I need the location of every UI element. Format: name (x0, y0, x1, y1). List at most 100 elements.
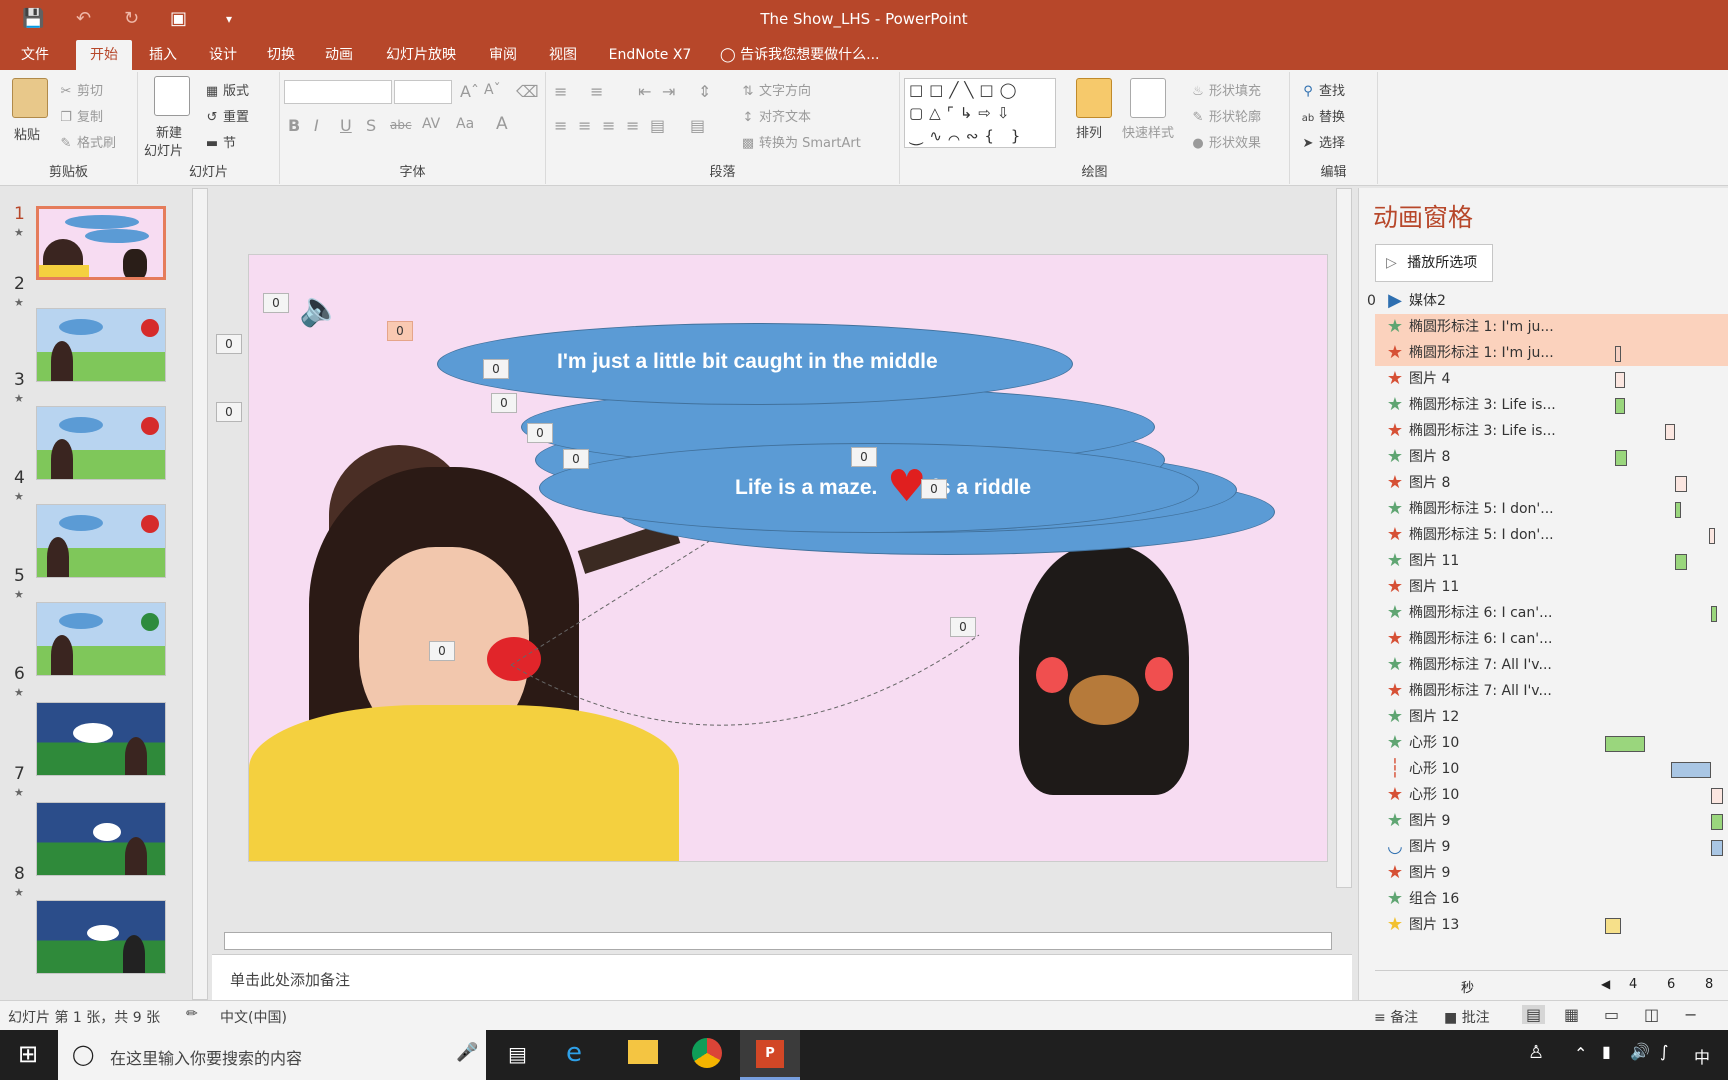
animation-list-item[interactable]: ★ 组合 16 (1375, 886, 1728, 912)
cut-button[interactable]: ✂ 剪切 (58, 80, 103, 99)
tab-animations[interactable]: 动画 (316, 40, 362, 70)
clear-format-icon[interactable]: ⌫ (516, 82, 539, 101)
tab-design[interactable]: 设计 (200, 40, 246, 70)
section-button[interactable]: ▬ 节 (204, 132, 236, 151)
timeline-bar-segment[interactable] (1675, 554, 1687, 570)
char-spacing-icon[interactable]: AV (422, 116, 440, 132)
animation-list-item[interactable]: ◡ 图片 9 (1375, 834, 1728, 860)
copy-button[interactable]: ❐ 复制 (58, 106, 103, 125)
ime-indicator[interactable]: 中 (1694, 1044, 1710, 1068)
windows-start-icon[interactable]: ⊞ (18, 1040, 38, 1068)
volume-icon[interactable]: 🔊 (1630, 1042, 1650, 1061)
animation-list-item[interactable]: ★ 图片 13 (1375, 912, 1728, 938)
animation-list-item[interactable]: ★ 椭圆形标注 1: I'm ju... (1375, 340, 1728, 366)
thumbnail-slide-7[interactable] (36, 802, 166, 876)
animation-list-item[interactable]: ★ 图片 12 (1375, 704, 1728, 730)
timeline-scroll-left-icon[interactable]: ◀ (1601, 977, 1610, 991)
thumbnail-slide-6[interactable] (36, 702, 166, 776)
shape-outline-button[interactable]: ✎ 形状轮廓 (1190, 106, 1261, 125)
animation-list-item[interactable]: ★ 图片 8 (1375, 444, 1728, 470)
animation-list-item[interactable]: ★ 椭圆形标注 6: I can'... (1375, 626, 1728, 652)
play-selected-button[interactable]: ▷ 播放所选项 (1375, 244, 1493, 282)
tab-endnote[interactable]: EndNote X7 (600, 40, 700, 70)
timeline-bar-segment[interactable] (1711, 788, 1723, 804)
tab-insert[interactable]: 插入 (140, 40, 186, 70)
timeline-bar-segment[interactable] (1615, 450, 1627, 466)
show-hidden-icons[interactable]: ⌃ (1574, 1044, 1587, 1063)
animation-list-item[interactable]: ★ 心形 10 (1375, 730, 1728, 756)
new-slide-label-2[interactable]: 幻灯片 (144, 140, 183, 159)
timeline-bar-segment[interactable] (1675, 502, 1681, 518)
font-family-select[interactable] (284, 80, 392, 104)
timeline-bar-segment[interactable] (1615, 398, 1625, 414)
bullets-icon[interactable]: ≡ (554, 82, 567, 101)
bold-icon[interactable]: B (288, 116, 300, 135)
columns-icon[interactable]: ▤ (690, 116, 705, 135)
normal-view-icon[interactable]: ▤ (1522, 1005, 1546, 1024)
chrome-icon[interactable] (692, 1038, 722, 1068)
thumbnail-slide-8[interactable] (36, 900, 166, 974)
slide-vertical-scrollbar[interactable] (1336, 188, 1352, 888)
shrink-font-icon[interactable]: Aˇ (484, 82, 501, 98)
animation-list-item[interactable]: 0 ▶ 媒体2 (1367, 288, 1728, 314)
new-slide-label-1[interactable]: 新建 (156, 122, 182, 141)
timeline-unit[interactable]: 秒 (1461, 977, 1474, 996)
align-center-icon[interactable]: ≡ (578, 116, 591, 135)
justify-icon[interactable]: ≡ (626, 116, 639, 135)
tab-transitions[interactable]: 切换 (258, 40, 304, 70)
tab-review[interactable]: 审阅 (480, 40, 526, 70)
font-size-select[interactable] (394, 80, 452, 104)
zoom-out-icon[interactable]: − (1684, 1005, 1697, 1024)
ie-icon[interactable]: e (566, 1038, 582, 1068)
comments-toggle[interactable]: ■ 批注 (1444, 1007, 1490, 1027)
slide-canvas[interactable]: 🔈 0 0 0 0 I'm just a little bit caught i… (248, 254, 1328, 862)
people-icon[interactable]: ♙ (1528, 1042, 1544, 1063)
animation-list-item[interactable]: ★ 椭圆形标注 7: All I'v... (1375, 678, 1728, 704)
animation-list-item[interactable]: ┆ 心形 10 (1375, 756, 1728, 782)
powerpoint-taskbar-button[interactable]: P (740, 1030, 800, 1080)
timeline-bar-segment[interactable] (1711, 814, 1723, 830)
taskbar-search-box[interactable]: ◯ 在这里输入你要搜索的内容 🎤 (58, 1030, 486, 1080)
select-button[interactable]: ➤ 选择 (1300, 132, 1345, 151)
slide-sorter-icon[interactable]: ▦ (1564, 1005, 1579, 1024)
thumbnail-slide-4[interactable] (36, 504, 166, 578)
microphone-icon[interactable]: 🎤 (456, 1042, 478, 1063)
numbering-icon[interactable]: ≡ (590, 82, 603, 101)
animation-list-item[interactable]: ★ 椭圆形标注 6: I can'... (1375, 600, 1728, 626)
animation-list-item[interactable]: ★ 图片 8 (1375, 470, 1728, 496)
timeline-bar-segment[interactable] (1711, 840, 1723, 856)
shape-effects-button[interactable]: ● 形状效果 (1190, 132, 1261, 151)
thumbnail-slide-1[interactable] (36, 206, 166, 280)
timeline-bar-segment[interactable] (1665, 424, 1675, 440)
timeline-bar-segment[interactable] (1675, 476, 1687, 492)
underline-icon[interactable]: U (340, 116, 352, 135)
grow-font-icon[interactable]: Aˆ (460, 82, 479, 101)
animation-list-item[interactable]: ★ 图片 11 (1375, 548, 1728, 574)
new-slide-icon[interactable] (154, 76, 190, 116)
paste-button[interactable]: 粘贴 (14, 124, 40, 143)
timeline-bar-segment[interactable] (1615, 372, 1625, 388)
animation-list-item[interactable]: ★ 椭圆形标注 5: I don'... (1375, 496, 1728, 522)
battery-icon[interactable]: ▮ (1602, 1042, 1611, 1061)
font-color-icon[interactable]: A (496, 114, 508, 134)
animation-list-item[interactable]: ★ 椭圆形标注 5: I don'... (1375, 522, 1728, 548)
tab-home[interactable]: 开始 (76, 40, 132, 70)
replace-button[interactable]: ab 替换 (1300, 106, 1345, 125)
tab-slideshow[interactable]: 幻灯片放映 (378, 40, 464, 70)
animation-list-item[interactable]: ★ 椭圆形标注 3: Life is... (1375, 392, 1728, 418)
timeline-bar-segment[interactable] (1709, 528, 1715, 544)
language-indicator[interactable]: 中文(中国) (220, 1007, 287, 1027)
quick-styles-icon[interactable] (1130, 78, 1166, 118)
animation-list-item[interactable]: ★ 椭圆形标注 3: Life is... (1375, 418, 1728, 444)
timeline-bar-segment[interactable] (1615, 346, 1621, 362)
increase-indent-icon[interactable]: ⇥ (662, 82, 675, 101)
quick-styles-button[interactable]: 快速样式 (1122, 122, 1174, 141)
smartart-button[interactable]: ▩ 转换为 SmartArt (740, 132, 861, 151)
tell-me-box[interactable]: ◯ 告诉我您想要做什么... (720, 40, 900, 70)
animation-list-item[interactable]: ★ 图片 11 (1375, 574, 1728, 600)
align-right-icon[interactable]: ≡ (602, 116, 615, 135)
animation-list-item[interactable]: ★ 椭圆形标注 1: I'm ju... (1375, 314, 1728, 340)
animation-list-item[interactable]: ★ 图片 9 (1375, 860, 1728, 886)
find-button[interactable]: ⚲ 查找 (1300, 80, 1345, 99)
strikethrough-icon[interactable]: abc (390, 118, 412, 132)
